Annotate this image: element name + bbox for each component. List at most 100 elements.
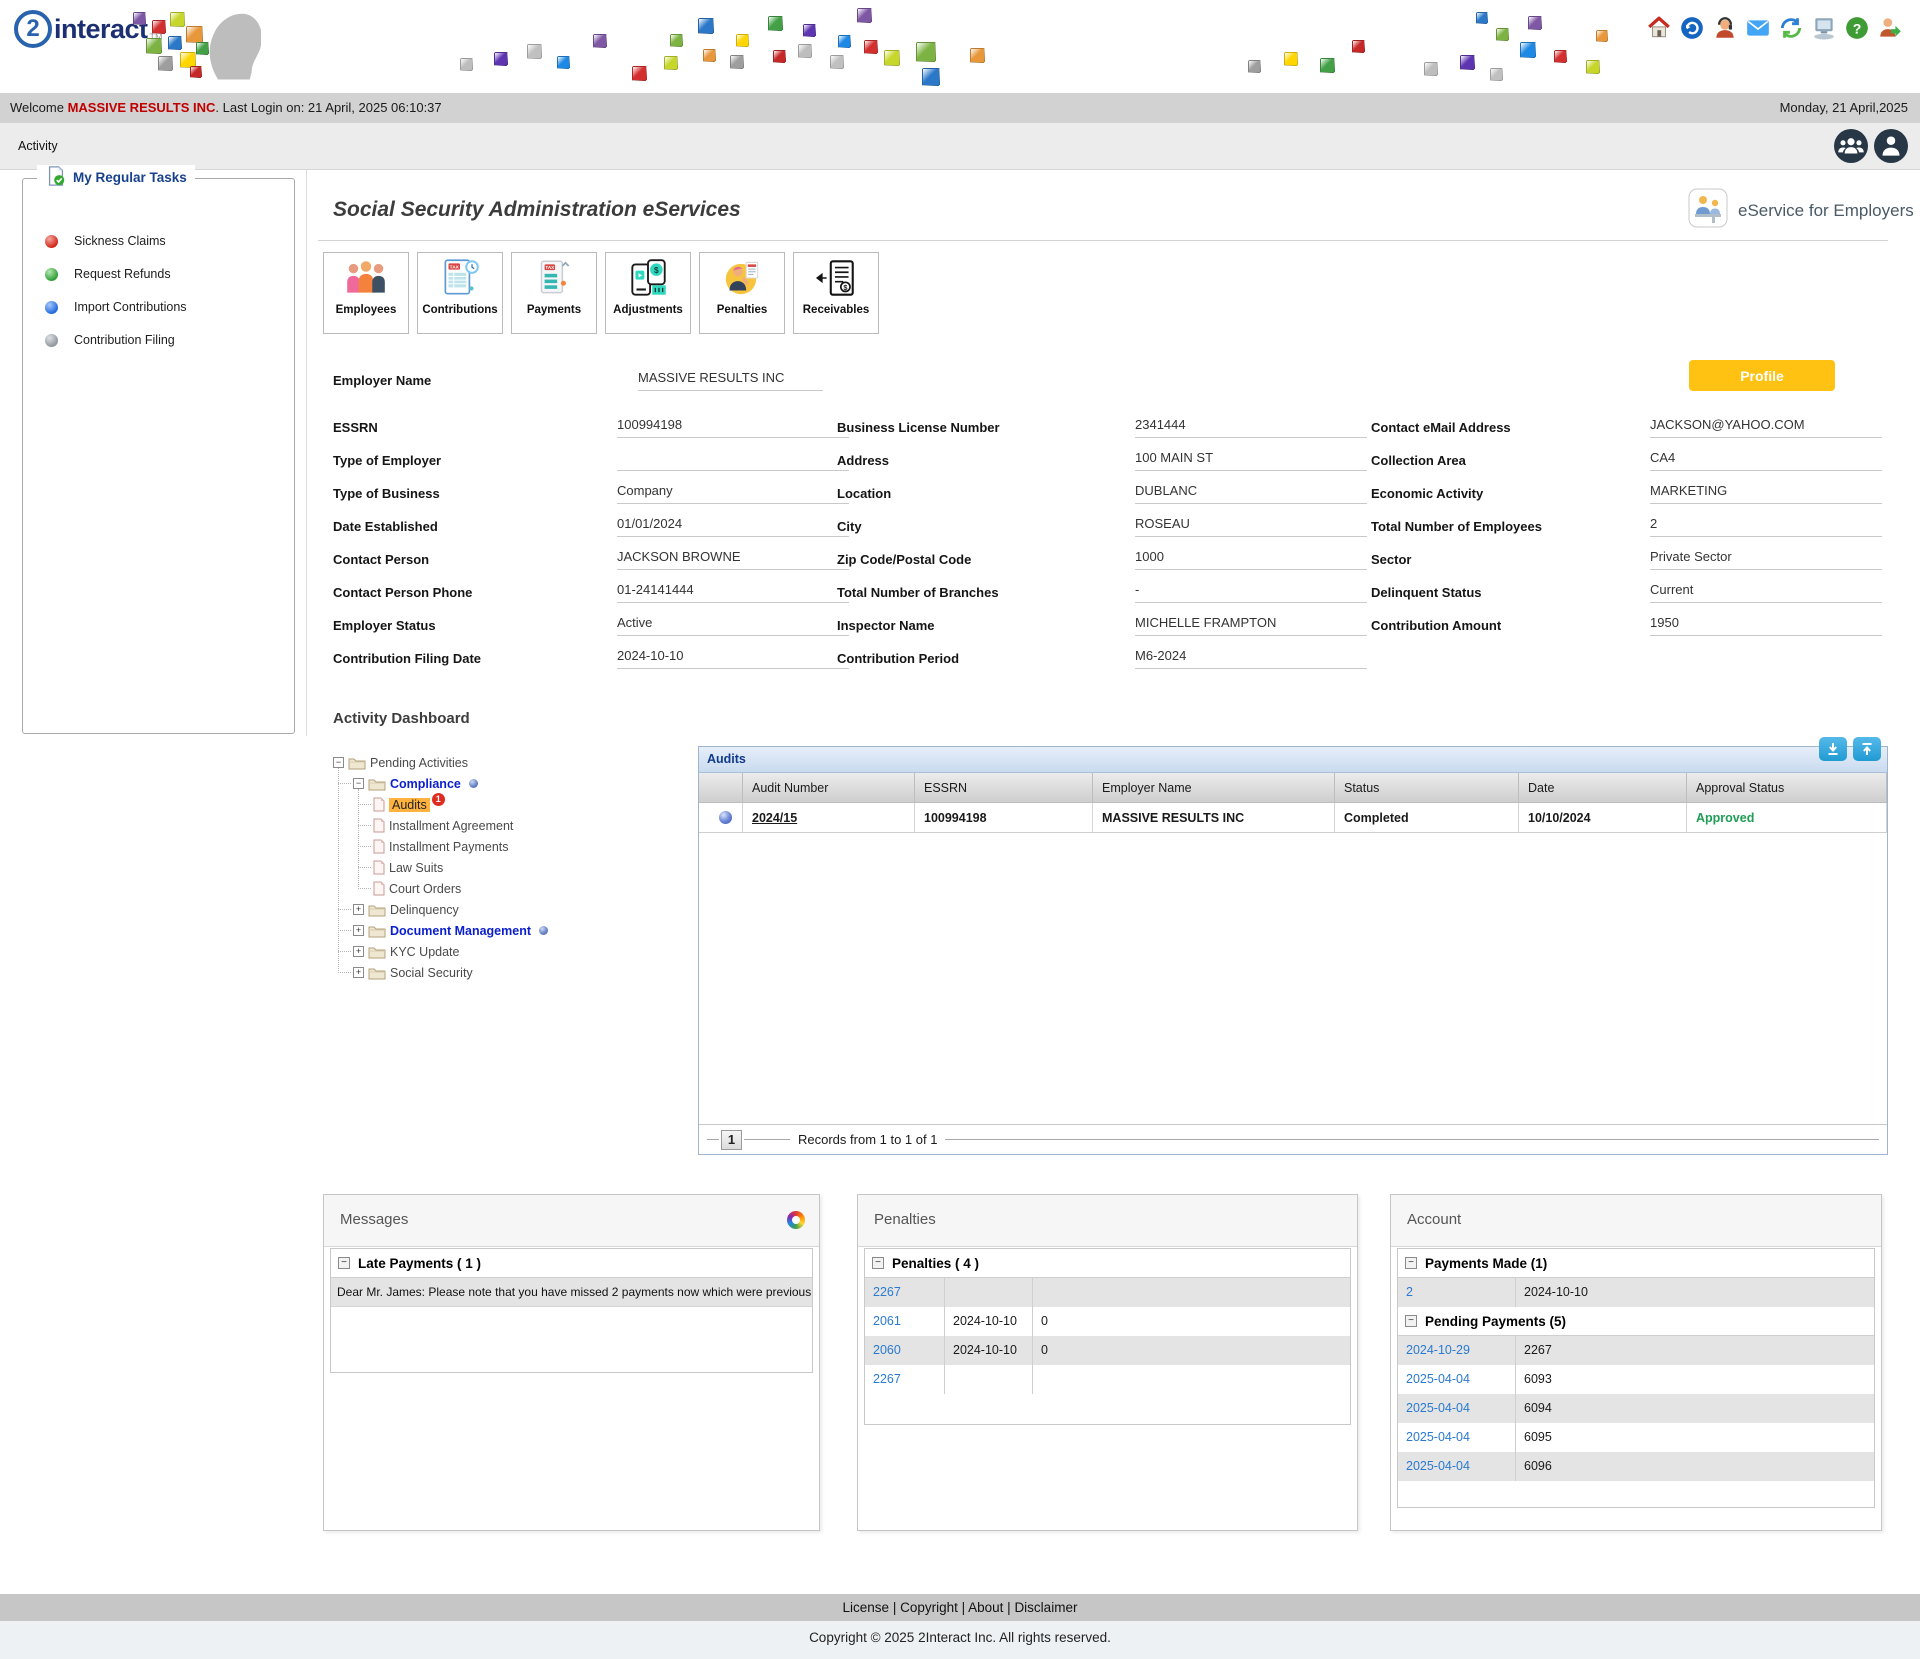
folder-icon: [368, 924, 386, 938]
collapse-icon[interactable]: −: [1405, 1315, 1417, 1327]
penalty-id-link[interactable]: 2267: [865, 1278, 945, 1307]
community-icon[interactable]: [1834, 129, 1868, 163]
account-link[interactable]: 2024-10-29: [1398, 1336, 1516, 1365]
profile-icon[interactable]: [1874, 129, 1908, 163]
employer-name-label: Employer Name: [333, 373, 431, 388]
field-value: 2: [1650, 516, 1882, 537]
message-row[interactable]: Dear Mr. James: Please note that you hav…: [331, 1278, 812, 1307]
tree-node-label[interactable]: Installment Agreement: [389, 819, 513, 833]
decorative-cube: [1496, 28, 1509, 41]
payments-icon: TAX: [512, 257, 596, 303]
support-icon[interactable]: [1711, 14, 1739, 42]
tree-connector: [338, 951, 351, 952]
welcome-bar: Welcome MASSIVE RESULTS INC. Last Login …: [0, 93, 1920, 123]
toolbar-button-receivables[interactable]: $Receivables: [793, 252, 879, 334]
toolbar-button-adjustments[interactable]: $Adjustments: [605, 252, 691, 334]
expand-icon[interactable]: +: [353, 967, 364, 978]
sync-icon[interactable]: [1777, 14, 1805, 42]
sidebar-item-request-refunds[interactable]: Request Refunds: [45, 267, 171, 281]
tree-node-law-suits[interactable]: Law Suits: [373, 857, 683, 878]
task-bullet-icon: [45, 235, 58, 248]
document-icon: [373, 818, 385, 833]
tree-node-delinquency[interactable]: + Delinquency: [353, 899, 683, 920]
penalty-id-link[interactable]: 2061: [865, 1307, 945, 1336]
column-header[interactable]: Approval Status: [1687, 773, 1887, 803]
column-header[interactable]: Status: [1335, 773, 1519, 803]
tree-node-document-management[interactable]: + Document Management: [353, 920, 683, 941]
tree-node-label[interactable]: Compliance: [390, 777, 461, 791]
penalty-cell: 0: [1033, 1307, 1350, 1336]
web-icon[interactable]: [1678, 14, 1706, 42]
account-link[interactable]: 2025-04-04: [1398, 1365, 1516, 1394]
field-label: Business License Number: [837, 420, 1000, 435]
sidebar-item-sickness-claims[interactable]: Sickness Claims: [45, 234, 166, 248]
document-icon: [373, 860, 385, 875]
audits-header-row: Audit NumberESSRNEmployer NameStatusDate…: [699, 773, 1887, 803]
decorative-cube: [698, 18, 714, 34]
toolbar-button-payments[interactable]: TAXPayments: [511, 252, 597, 334]
mail-icon[interactable]: [1744, 14, 1772, 42]
tree-node-label[interactable]: Audits: [389, 798, 430, 812]
footer-link-copyright[interactable]: Copyright: [900, 1600, 958, 1615]
penalties-list: − Penalties ( 4 ) 226720612024-10-100206…: [864, 1248, 1351, 1425]
footer-link-license[interactable]: License: [843, 1600, 890, 1615]
account-link[interactable]: 2025-04-04: [1398, 1423, 1516, 1452]
audit-number-link[interactable]: 2024/15: [743, 803, 915, 833]
refresh-icon[interactable]: [787, 1211, 805, 1229]
tree-node-installment-agreement[interactable]: Installment Agreement: [373, 815, 683, 836]
expand-icon[interactable]: +: [353, 925, 364, 936]
tree-node-label[interactable]: Court Orders: [389, 882, 461, 896]
collapse-icon[interactable]: −: [1405, 1257, 1417, 1269]
penalty-id-link[interactable]: 2267: [865, 1365, 945, 1394]
sidebar-item-import-contributions[interactable]: Import Contributions: [45, 300, 187, 314]
tree-node-kyc-update[interactable]: + KYC Update: [353, 941, 683, 962]
tree-node-label[interactable]: Law Suits: [389, 861, 443, 875]
tab-activity[interactable]: Activity: [18, 123, 58, 170]
workstation-icon[interactable]: [1810, 14, 1838, 42]
tree-node-label[interactable]: Installment Payments: [389, 840, 509, 854]
account-link[interactable]: 2025-04-04: [1398, 1452, 1516, 1481]
toolbar-button-penalties[interactable]: Penalties: [699, 252, 785, 334]
column-header[interactable]: Date: [1519, 773, 1687, 803]
tree-node-social-security[interactable]: + Social Security: [353, 962, 683, 983]
tree-node-compliance[interactable]: − Compliance: [353, 773, 683, 794]
profile-button[interactable]: Profile: [1689, 360, 1835, 391]
collapse-icon[interactable]: −: [872, 1257, 884, 1269]
penalty-id-link[interactable]: 2060: [865, 1336, 945, 1365]
tree-node-label[interactable]: Document Management: [390, 924, 531, 938]
help-icon[interactable]: ?: [1843, 14, 1871, 42]
tree-node-audits[interactable]: Audits1: [373, 794, 683, 815]
logout-icon[interactable]: [1876, 14, 1904, 42]
tree-node-court-orders[interactable]: Court Orders: [373, 878, 683, 899]
tree-node-label[interactable]: Social Security: [390, 966, 473, 980]
account-link[interactable]: 2025-04-04: [1398, 1394, 1516, 1423]
upload-icon[interactable]: [1853, 737, 1881, 761]
footer-link-disclaimer[interactable]: Disclaimer: [1014, 1600, 1077, 1615]
collapse-icon[interactable]: −: [353, 778, 364, 789]
expand-icon[interactable]: +: [353, 904, 364, 915]
page-number-button[interactable]: 1: [721, 1130, 742, 1150]
tree-node-installment-payments[interactable]: Installment Payments: [373, 836, 683, 857]
tree-node-label[interactable]: Pending Activities: [370, 756, 468, 770]
tree-node-label[interactable]: KYC Update: [390, 945, 459, 959]
download-icon[interactable]: [1819, 737, 1847, 761]
account-link[interactable]: 2: [1398, 1278, 1516, 1307]
sidebar-item-contribution-filing[interactable]: Contribution Filing: [45, 333, 175, 347]
home-icon[interactable]: [1645, 14, 1673, 42]
column-header[interactable]: ESSRN: [915, 773, 1093, 803]
toolbar-button-employees[interactable]: Employees: [323, 252, 409, 334]
collapse-icon[interactable]: −: [333, 757, 344, 768]
column-header[interactable]: Audit Number: [743, 773, 915, 803]
toolbar-button-contributions[interactable]: TAXContributions: [417, 252, 503, 334]
status-sphere-icon: [539, 926, 548, 935]
row-selector-cell[interactable]: [699, 803, 743, 833]
collapse-icon[interactable]: −: [338, 1257, 350, 1269]
tree-node-pending-activities[interactable]: − Pending Activities: [333, 752, 683, 773]
tree-connector: [338, 972, 351, 973]
penalty-cell: [945, 1365, 1033, 1394]
footer-link-about[interactable]: About: [968, 1600, 1003, 1615]
tree-node-label[interactable]: Delinquency: [390, 903, 459, 917]
column-header[interactable]: [699, 773, 743, 803]
column-header[interactable]: Employer Name: [1093, 773, 1335, 803]
expand-icon[interactable]: +: [353, 946, 364, 957]
